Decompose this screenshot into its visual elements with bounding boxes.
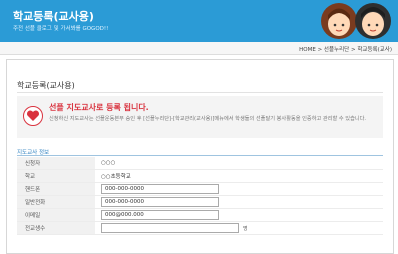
phone-field[interactable]: 000-000-0000 bbox=[101, 197, 219, 207]
form-row-phone: 일반전화 000-000-0000 bbox=[17, 195, 383, 209]
breadcrumb: HOME > 선플누리단 > 학교등록(교사) bbox=[299, 47, 392, 53]
form-row-students: 전교생수 명 bbox=[17, 221, 383, 235]
form-row-email: 이메일 000@000.000 bbox=[17, 208, 383, 222]
notice-title: 선플 지도교사로 등록 됩니다. bbox=[49, 103, 149, 112]
phone-label: 일반전화 bbox=[17, 195, 95, 209]
divider bbox=[17, 92, 383, 93]
boy-avatar-icon bbox=[355, 3, 391, 39]
page-title: 학교등록(교사용) bbox=[13, 10, 94, 23]
form-row-applicant: 신청자 ○○○ bbox=[17, 157, 383, 170]
mobile-field[interactable]: 000-000-0000 bbox=[101, 184, 219, 194]
form-row-school: 학교 ○○초등학교 bbox=[17, 169, 383, 183]
applicant-label: 신청자 bbox=[17, 157, 95, 170]
girl-avatar-icon bbox=[321, 3, 357, 39]
students-unit: 명 bbox=[243, 225, 248, 232]
teacher-form: 신청자 ○○○ 학교 ○○초등학교 핸드폰 000-000-0000 일반전화 … bbox=[17, 157, 383, 235]
header-subtitle: 주전 선플 클로그 및 가서봐를 GOGOD!! bbox=[13, 26, 109, 32]
mobile-label: 핸드폰 bbox=[17, 182, 95, 196]
applicant-value: ○○○ bbox=[95, 157, 383, 170]
notice-box: 선플 지도교사로 등록 됩니다. 신청하신 지도교사는 선플운동본부 승인 후 … bbox=[17, 96, 383, 138]
header-banner: 학교등록(교사용) 주전 선플 클로그 및 가서봐를 GOGOD!! bbox=[0, 0, 398, 42]
section-divider bbox=[17, 155, 383, 156]
email-label: 이메일 bbox=[17, 208, 95, 222]
school-value: ○○초등학교 bbox=[95, 169, 383, 183]
main-panel: 학교등록(교사용) 선플 지도교사로 등록 됩니다. 신청하신 지도교사는 선플… bbox=[6, 59, 394, 254]
school-label: 학교 bbox=[17, 169, 95, 183]
email-field[interactable]: 000@000.000 bbox=[101, 210, 219, 220]
students-label: 전교생수 bbox=[17, 221, 95, 235]
form-row-mobile: 핸드폰 000-000-0000 bbox=[17, 182, 383, 196]
panel-title: 학교등록(교사용) bbox=[17, 81, 75, 90]
heart-icon bbox=[23, 106, 43, 126]
students-field[interactable] bbox=[101, 223, 239, 233]
notice-body: 신청하신 지도교사는 선플운동본부 승인 후 [선플누리단]-[학교관리(교사용… bbox=[49, 116, 367, 122]
breadcrumb-bar: HOME > 선플누리단 > 학교등록(교사) bbox=[0, 42, 398, 55]
